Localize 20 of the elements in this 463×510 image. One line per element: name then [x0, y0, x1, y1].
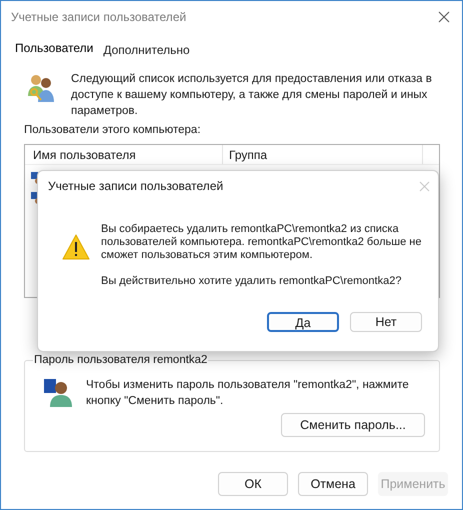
description-text: Следующий список используется для предоставления или отказа в доступе к вашему компьютеру, а также для смены паролей и иных параметров.: [71, 72, 433, 119]
change-password-button[interactable]: Сменить пароль...: [281, 413, 425, 438]
close-icon[interactable]: [438, 11, 450, 23]
dialog-button[interactable]: Отмена: [298, 472, 368, 496]
user-icon: [42, 377, 72, 408]
dialog-button[interactable]: Да: [267, 312, 339, 332]
tab[interactable]: Дополнительно: [103, 41, 190, 59]
password-text: Чтобы изменить пароль пользователя "remontka2", нажмите кнопку "Сменить пароль".: [86, 378, 410, 410]
column-header[interactable]: Имя пользователя: [25, 145, 223, 164]
dialog-button[interactable]: ОК: [218, 472, 288, 496]
warning-icon: [61, 233, 91, 261]
dialog-message: Вы собираетесь удалить remontkaPC\remontka2 из списка пользователей компьютера. remontkaPC\remontka2 больше не сможет пользоваться этим компьютером.: [101, 223, 422, 262]
window-title: Учетные записи пользователей: [11, 9, 186, 26]
dialog-button[interactable]: Нет: [350, 312, 422, 332]
column-header[interactable]: Группа: [223, 145, 423, 164]
dialog-title: Учетные записи пользователей: [48, 178, 224, 195]
tab[interactable]: Пользователи: [15, 39, 94, 59]
users-label: Пользователи этого компьютера:: [23, 123, 201, 138]
users-icon: [25, 72, 57, 104]
dialog-message: Вы действительно хотите удалить remontkaPC\remontka2?: [101, 275, 402, 288]
